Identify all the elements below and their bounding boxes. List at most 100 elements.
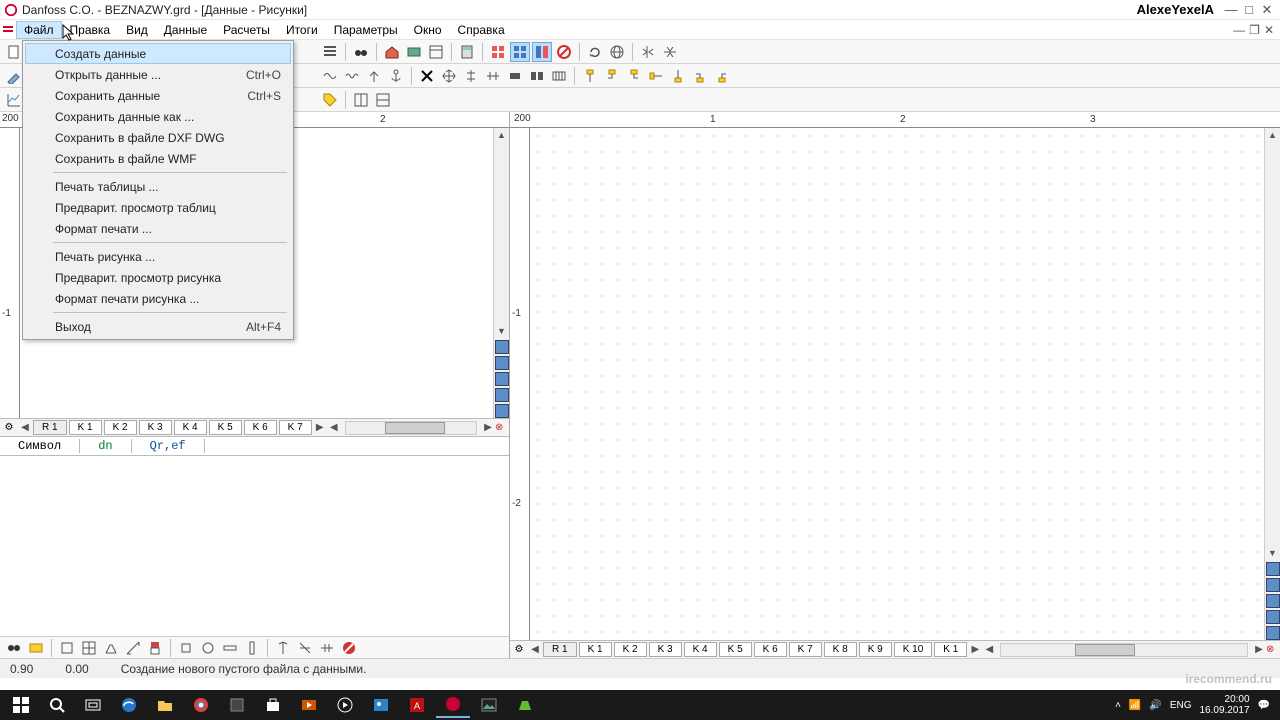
btool-icon[interactable]	[295, 638, 315, 658]
tab[interactable]: K 3	[649, 642, 682, 657]
tab-r1[interactable]: R 1	[543, 642, 577, 657]
tag-icon[interactable]	[320, 90, 340, 110]
menu-window[interactable]: Окно	[406, 21, 450, 39]
align-icon[interactable]	[461, 66, 481, 86]
hscroll-right[interactable]	[1000, 643, 1248, 657]
store-icon[interactable]	[256, 692, 290, 718]
menu-print-drawing[interactable]: Печать рисунка ...	[25, 246, 291, 267]
window-icon[interactable]	[426, 42, 446, 62]
film-icon[interactable]	[549, 66, 569, 86]
minimize-button[interactable]: —	[1222, 2, 1240, 17]
tab-next[interactable]: ▶	[968, 644, 982, 655]
tab-config-icon[interactable]: ⚙	[510, 644, 528, 655]
app2-icon[interactable]	[508, 692, 542, 718]
side-tool-icon[interactable]	[495, 372, 509, 386]
tab[interactable]: K 8	[824, 642, 857, 657]
tab[interactable]: K 9	[859, 642, 892, 657]
side-tool-icon[interactable]	[1266, 626, 1280, 640]
danfoss-icon[interactable]	[436, 692, 470, 718]
edge-icon[interactable]	[112, 692, 146, 718]
tab[interactable]: K 2	[104, 420, 137, 435]
move-icon[interactable]	[439, 66, 459, 86]
tab-config-icon[interactable]: ⚙	[0, 422, 18, 433]
side-tool-icon[interactable]	[495, 340, 509, 354]
system-menu-icon[interactable]	[0, 24, 16, 36]
btool-icon[interactable]	[198, 638, 218, 658]
btool-icon[interactable]	[79, 638, 99, 658]
menu-data[interactable]: Данные	[156, 21, 215, 39]
scrollbar-v-left[interactable]: ▲ ▼	[493, 128, 509, 418]
taskview-icon[interactable]	[76, 692, 110, 718]
menu-preview-table[interactable]: Предварит. просмотр таблиц	[25, 197, 291, 218]
grid-red-icon[interactable]	[488, 42, 508, 62]
tab[interactable]: K 4	[684, 642, 717, 657]
media-icon[interactable]	[328, 692, 362, 718]
canvas-right[interactable]	[530, 128, 1264, 640]
explorer-icon[interactable]	[148, 692, 182, 718]
tab[interactable]: K 5	[209, 420, 242, 435]
menu-save-data[interactable]: Сохранить данныеCtrl+S	[25, 85, 291, 106]
tab[interactable]: K 7	[279, 420, 312, 435]
tray-network-icon[interactable]: 📶	[1129, 700, 1141, 711]
menu-calc[interactable]: Расчеты	[215, 21, 278, 39]
rotate-icon[interactable]	[585, 42, 605, 62]
tab[interactable]: K 6	[244, 420, 277, 435]
menu-file[interactable]: Файл	[16, 21, 62, 39]
image-icon[interactable]	[472, 692, 506, 718]
arrow-up-icon[interactable]	[364, 66, 384, 86]
mdi-close[interactable]: ✕	[1264, 23, 1274, 37]
align2-icon[interactable]	[483, 66, 503, 86]
forbidden-icon[interactable]	[554, 42, 574, 62]
btool-icon[interactable]	[57, 638, 77, 658]
globe-icon[interactable]	[607, 42, 627, 62]
app-icon[interactable]	[220, 692, 254, 718]
layout1-icon[interactable]	[351, 90, 371, 110]
mdi-restore[interactable]: ❐	[1249, 23, 1260, 37]
flip-h-icon[interactable]	[638, 42, 658, 62]
chart-icon[interactable]	[4, 90, 24, 110]
tab-prev[interactable]: ◀	[528, 644, 542, 655]
close-tab-icon[interactable]: ⊗	[1266, 644, 1280, 655]
menu-preview-drawing[interactable]: Предварит. просмотр рисунка	[25, 267, 291, 288]
start-button[interactable]	[4, 692, 38, 718]
btool-stop-icon[interactable]	[339, 638, 359, 658]
btool-icon[interactable]	[273, 638, 293, 658]
mdi-minimize[interactable]: —	[1233, 23, 1245, 37]
new-icon[interactable]	[4, 42, 24, 62]
menu-print-table[interactable]: Печать таблицы ...	[25, 176, 291, 197]
side-tool-icon[interactable]	[495, 388, 509, 402]
tab[interactable]: K 10	[894, 642, 933, 657]
menu-save-wmf[interactable]: Сохранить в файле WMF	[25, 148, 291, 169]
menu-help[interactable]: Справка	[450, 21, 513, 39]
btool-icon[interactable]	[101, 638, 121, 658]
node3-icon[interactable]	[624, 66, 644, 86]
chrome-icon[interactable]	[184, 692, 218, 718]
box2-icon[interactable]	[527, 66, 547, 86]
btool-icon[interactable]	[220, 638, 240, 658]
node2-icon[interactable]	[602, 66, 622, 86]
list-icon[interactable]	[320, 42, 340, 62]
close-button[interactable]: ✕	[1258, 2, 1276, 18]
menu-save-dxf[interactable]: Сохранить в файле DXF DWG	[25, 127, 291, 148]
menu-view[interactable]: Вид	[118, 21, 156, 39]
tab-next[interactable]: ▶	[313, 422, 327, 433]
scroll-up-icon[interactable]: ▲	[1266, 128, 1280, 142]
wave2-icon[interactable]	[342, 66, 362, 86]
calculator-icon[interactable]	[457, 42, 477, 62]
menu-drawing-print-format[interactable]: Формат печати рисунка ...	[25, 288, 291, 309]
video-icon[interactable]	[292, 692, 326, 718]
btool-icon[interactable]	[145, 638, 165, 658]
side-tool-icon[interactable]	[1266, 562, 1280, 576]
tray-chevron-icon[interactable]: ˄	[1115, 700, 1121, 711]
scroll-down-icon[interactable]: ▼	[1266, 546, 1280, 560]
tray-lang[interactable]: ENG	[1170, 700, 1192, 711]
acrobat-icon[interactable]: A	[400, 692, 434, 718]
component-icon[interactable]	[404, 42, 424, 62]
btool-icon[interactable]	[123, 638, 143, 658]
tab-r1[interactable]: R 1	[33, 420, 67, 435]
wave-icon[interactable]	[320, 66, 340, 86]
side-tool-icon[interactable]	[1266, 610, 1280, 624]
tab-prev[interactable]: ◀	[18, 422, 32, 433]
node6-icon[interactable]	[690, 66, 710, 86]
menu-print-format[interactable]: Формат печати ...	[25, 218, 291, 239]
